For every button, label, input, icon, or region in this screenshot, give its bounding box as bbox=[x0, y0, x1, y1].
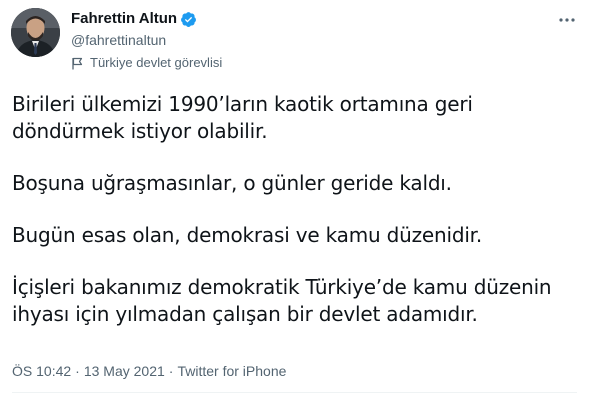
divider bbox=[12, 392, 577, 393]
tweet-paragraph: Birileri ülkemizi 1990’ların kaotik orta… bbox=[12, 92, 473, 143]
tweet-source[interactable]: Twitter for iPhone bbox=[177, 363, 286, 379]
meta-separator: · bbox=[168, 363, 174, 379]
tweet-card: Fahrettin Altun @fahrettinaltun Türkiye … bbox=[0, 0, 589, 400]
name-row: Fahrettin Altun bbox=[71, 10, 541, 28]
tweet-header: Fahrettin Altun @fahrettinaltun Türkiye … bbox=[71, 10, 541, 71]
tweet-paragraph: Boşuna uğraşmasınlar, o günler geride ka… bbox=[12, 171, 452, 195]
tweet-paragraph: Bugün esas olan, demokrasi ve kamu düzen… bbox=[12, 223, 483, 247]
user-handle[interactable]: @fahrettinaltun bbox=[71, 32, 541, 49]
more-options-icon[interactable] bbox=[557, 12, 577, 28]
avatar[interactable] bbox=[11, 8, 60, 57]
flag-icon bbox=[71, 57, 84, 70]
meta-separator: · bbox=[75, 363, 80, 379]
verified-badge-icon bbox=[180, 11, 197, 28]
government-label-text: Türkiye devlet görevlisi bbox=[90, 55, 223, 70]
tweet-date[interactable]: 13 May 2021 bbox=[84, 363, 165, 379]
tweet-paragraph: İçişleri bakanımız demokratik Türkiye’de… bbox=[12, 275, 552, 326]
tweet-time[interactable]: ÖS 10:42 bbox=[12, 363, 71, 379]
tweet-text: Birileri ülkemizi 1990’ların kaotik orta… bbox=[12, 91, 577, 328]
government-label[interactable]: Türkiye devlet görevlisi bbox=[71, 55, 541, 71]
tweet-metadata: ÖS 10:42 · 13 May 2021 · Twitter for iPhone bbox=[12, 362, 286, 380]
display-name[interactable]: Fahrettin Altun bbox=[71, 10, 177, 28]
